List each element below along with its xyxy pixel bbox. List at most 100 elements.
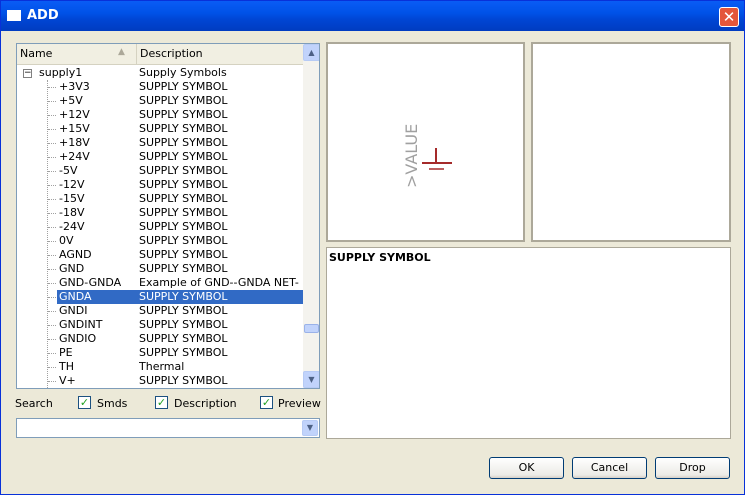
- item-name: GNDI: [59, 304, 88, 317]
- tree-node-supply1[interactable]: − supply1 Supply Symbols: [17, 66, 303, 80]
- list-item[interactable]: GNDINT SUPPLY SYMBOL: [17, 318, 303, 332]
- list-item[interactable]: -18V SUPPLY SYMBOL: [17, 206, 303, 220]
- item-name: +3V3: [59, 80, 90, 93]
- item-name: +12V: [59, 108, 90, 121]
- item-description: SUPPLY SYMBOL: [139, 318, 228, 331]
- item-name: -5V: [59, 164, 78, 177]
- item-name: -24V: [59, 220, 85, 233]
- arrow-up-icon: ▲: [308, 48, 315, 57]
- item-description: Example of GND--GNDA NET-C...: [139, 276, 299, 289]
- tree-branch-line: [48, 297, 56, 298]
- column-header-description[interactable]: Description: [137, 44, 303, 64]
- tree-branch-line: [48, 381, 56, 382]
- window-icon: [7, 10, 21, 21]
- tree-branch-line: [48, 283, 56, 284]
- item-description: SUPPLY SYMBOL: [139, 206, 228, 219]
- cancel-button[interactable]: Cancel: [572, 457, 647, 479]
- dropdown-button[interactable]: ▼: [302, 420, 318, 436]
- tree-branch-line: [48, 101, 56, 102]
- list-item[interactable]: -15V SUPPLY SYMBOL: [17, 192, 303, 206]
- list-item[interactable]: +18V SUPPLY SYMBOL: [17, 136, 303, 150]
- list-item[interactable]: +12V SUPPLY SYMBOL: [17, 108, 303, 122]
- item-description: Thermal: [139, 360, 185, 373]
- list-item[interactable]: V+ SUPPLY SYMBOL: [17, 374, 303, 388]
- drop-button[interactable]: Drop: [655, 457, 730, 479]
- node-description: Supply Symbols: [139, 66, 227, 79]
- description-checkbox[interactable]: ✓: [155, 396, 168, 409]
- item-description: SUPPLY SYMBOL: [139, 164, 228, 177]
- description-label: Description: [174, 397, 237, 410]
- scroll-up-button[interactable]: ▲: [303, 44, 319, 61]
- list-item[interactable]: +5V SUPPLY SYMBOL: [17, 94, 303, 108]
- list-header: Name ▲ Description: [17, 44, 303, 65]
- item-description: SUPPLY SYMBOL: [139, 122, 228, 135]
- item-name: V+: [59, 374, 76, 387]
- list-item[interactable]: AGND SUPPLY SYMBOL: [17, 248, 303, 262]
- item-name: GND: [59, 262, 85, 275]
- item-description: SUPPLY SYMBOL: [139, 178, 228, 191]
- search-combobox[interactable]: ▼: [16, 418, 320, 438]
- item-description: SUPPLY SYMBOL: [139, 192, 228, 205]
- list-item[interactable]: -12V SUPPLY SYMBOL: [17, 178, 303, 192]
- list-item[interactable]: GNDIO SUPPLY SYMBOL: [17, 332, 303, 346]
- symbol-list[interactable]: Name ▲ Description − supply1 Supply Symb…: [16, 43, 320, 389]
- tree-branch-line: [48, 255, 56, 256]
- scroll-thumb[interactable]: [304, 324, 319, 333]
- scroll-down-button[interactable]: ▼: [303, 371, 319, 388]
- list-item[interactable]: +3V3 SUPPLY SYMBOL: [17, 80, 303, 94]
- tree-branch-line: [48, 143, 56, 144]
- item-description: SUPPLY SYMBOL: [139, 346, 228, 359]
- item-name: AGND: [59, 248, 92, 261]
- list-item[interactable]: GND-GNDA Example of GND--GNDA NET-C...: [17, 276, 303, 290]
- tree-branch-line: [48, 129, 56, 130]
- symbol-preview: >VALUE: [326, 42, 525, 242]
- item-description: SUPPLY SYMBOL: [139, 332, 228, 345]
- tree-branch-line: [48, 269, 56, 270]
- list-item[interactable]: PE SUPPLY SYMBOL: [17, 346, 303, 360]
- item-name: -18V: [59, 206, 85, 219]
- collapse-icon[interactable]: −: [23, 69, 32, 78]
- list-item[interactable]: TH Thermal: [17, 360, 303, 374]
- close-button[interactable]: ✕: [719, 7, 739, 27]
- item-name: TH: [59, 360, 74, 373]
- smds-checkbox[interactable]: ✓: [78, 396, 91, 409]
- item-description: SUPPLY SYMBOL: [139, 290, 228, 303]
- search-label: Search: [15, 397, 53, 410]
- list-item[interactable]: +24V SUPPLY SYMBOL: [17, 150, 303, 164]
- item-description: SUPPLY SYMBOL: [139, 304, 228, 317]
- item-description: SUPPLY SYMBOL: [139, 374, 228, 387]
- preview-checkbox[interactable]: ✓: [260, 396, 273, 409]
- item-description: SUPPLY SYMBOL: [139, 248, 228, 261]
- item-name: +18V: [59, 136, 90, 149]
- tree-branch-line: [48, 353, 56, 354]
- preview-label: Preview: [278, 397, 321, 410]
- description-text: SUPPLY SYMBOL: [329, 251, 431, 264]
- tree-branch-line: [48, 227, 56, 228]
- tree-branch-line: [48, 87, 56, 88]
- tree-branch-line: [48, 213, 56, 214]
- item-description: SUPPLY SYMBOL: [139, 220, 228, 233]
- list-item[interactable]: GNDA SUPPLY SYMBOL: [17, 290, 303, 304]
- title-bar[interactable]: ADD ✕: [1, 1, 744, 31]
- list-item[interactable]: 0V SUPPLY SYMBOL: [17, 234, 303, 248]
- list-item[interactable]: -5V SUPPLY SYMBOL: [17, 164, 303, 178]
- list-item[interactable]: GND SUPPLY SYMBOL: [17, 262, 303, 276]
- tree-branch-line: [48, 171, 56, 172]
- list-item[interactable]: -24V SUPPLY SYMBOL: [17, 220, 303, 234]
- tree-branch-line: [48, 157, 56, 158]
- item-name: GNDINT: [59, 318, 103, 331]
- item-name: GNDA: [59, 290, 92, 303]
- item-name: GND-GNDA: [59, 276, 122, 289]
- ok-button[interactable]: OK: [489, 457, 564, 479]
- list-item[interactable]: +15V SUPPLY SYMBOL: [17, 122, 303, 136]
- item-description: SUPPLY SYMBOL: [139, 136, 228, 149]
- item-description: SUPPLY SYMBOL: [139, 80, 228, 93]
- item-name: 0V: [59, 234, 74, 247]
- list-item[interactable]: GNDI SUPPLY SYMBOL: [17, 304, 303, 318]
- vertical-scrollbar[interactable]: ▲ ▼: [303, 44, 319, 388]
- ground-symbol-icon: >VALUE: [402, 124, 452, 188]
- item-description: SUPPLY SYMBOL: [139, 108, 228, 121]
- smds-label: Smds: [97, 397, 128, 410]
- arrow-down-icon: ▼: [308, 375, 315, 384]
- item-name: +15V: [59, 122, 90, 135]
